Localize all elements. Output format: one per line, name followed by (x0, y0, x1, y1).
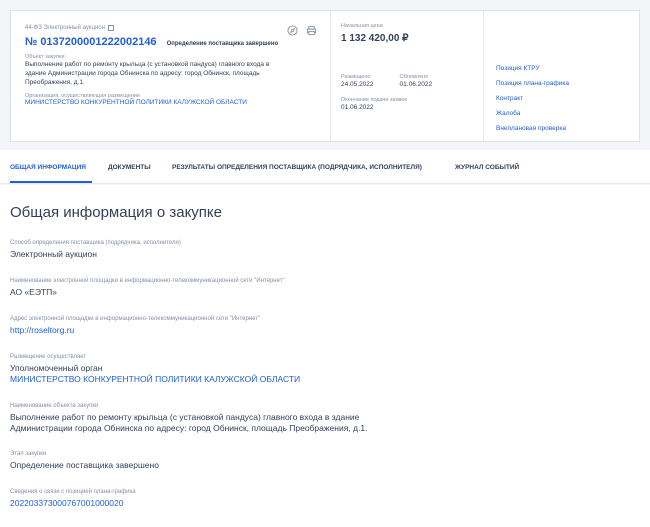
placement-field: Размещение осуществляет Уполномоченный о… (10, 354, 300, 385)
placement-role: Уполномоченный орган (10, 363, 103, 373)
law-label-row: 44-ФЗ Электронный аукцион (25, 25, 315, 31)
purchase-number-row: № 0137200001222002146 Определение постав… (25, 36, 315, 48)
object-name-line: Администрации города Обнинска по адресу:… (10, 423, 368, 433)
platform-value: АО «ЕЭТП» (10, 287, 57, 297)
card-actions (287, 25, 317, 36)
object-text-line: здание Администрации города Обнинска по … (25, 70, 260, 77)
platform-url-field: Адрес электронной площадки в информацион… (10, 316, 260, 336)
organization-link[interactable]: МИНИСТЕРСТВО КОНКУРЕНТНОЙ ПОЛИТИКИ КАЛУЖ… (25, 99, 315, 106)
stage-label: Этап закупки (10, 451, 47, 457)
print-icon[interactable] (306, 25, 317, 36)
link-plan-position[interactable]: Позиция плана-графика (496, 76, 569, 91)
page-title: Общая информация о закупке (10, 204, 222, 221)
tab-results[interactable]: РЕЗУЛЬТАТЫ ОПРЕДЕЛЕНИЯ ПОСТАВЩИКА (ПОДРЯ… (172, 164, 422, 171)
object-text-line: Выполнение работ по ремонту крыльца (с у… (25, 61, 270, 68)
link-complaint[interactable]: Жалоба (496, 106, 569, 121)
purchase-summary-card: 44-ФЗ Электронный аукцион № 013720000122… (10, 10, 640, 142)
tab-bar: ОБЩАЯ ИНФОРМАЦИЯ ДОКУМЕНТЫ РЕЗУЛЬТАТЫ ОП… (0, 150, 650, 184)
stage-field: Этап закупки Определение поставщика заве… (10, 451, 159, 471)
method-field: Способ определения поставщика (подрядчик… (10, 240, 181, 260)
purchase-number[interactable]: № 0137200001222002146 (25, 36, 157, 48)
tab-documents[interactable]: ДОКУМЕНТЫ (108, 164, 151, 171)
platform-label: Наименование электронной площадки в инфо… (10, 278, 285, 284)
updated-block: Обновлено 01.06.2022 (400, 74, 433, 89)
method-value: Электронный аукцион (10, 249, 97, 259)
stage-value: Определение поставщика завершено (10, 460, 159, 470)
platform-url-link[interactable]: http://roseltorg.ru (10, 325, 260, 336)
general-info-section: Общая информация о закупке Способ опреде… (0, 185, 650, 527)
related-links: Позиция КТРУ Позиция плана-графика Контр… (496, 61, 569, 136)
posted-date: 24.05.2022 (341, 81, 374, 88)
organization-block: Организация, осуществляющая размещение М… (25, 93, 315, 106)
law-label: 44-ФЗ Электронный аукцион (25, 25, 105, 31)
object-name-label: Наименование объекта закупки (10, 403, 99, 409)
compass-icon[interactable] (287, 25, 298, 36)
price-label: Начальная цена (341, 23, 383, 29)
platform-url-label: Адрес электронной площадки в информацион… (10, 316, 261, 322)
method-label: Способ определения поставщика (подрядчик… (10, 240, 181, 246)
tab-event-log[interactable]: ЖУРНАЛ СОБЫТИЙ (455, 164, 519, 171)
placement-org-link[interactable]: МИНИСТЕРСТВО КОНКУРЕНТНОЙ ПОЛИТИКИ КАЛУЖ… (10, 374, 300, 385)
link-contract[interactable]: Контракт (496, 91, 569, 106)
updated-date: 01.06.2022 (399, 81, 433, 88)
dates-row: Размещено 24.05.2022 Обновлено 01.06.202… (341, 74, 472, 89)
platform-field: Наименование электронной площадки в инфо… (10, 278, 285, 298)
summary-price-column: Начальная цена 1 132 420,00 ₽ Размещено … (330, 11, 482, 141)
object-block: Объект закупки Выполнение работ по ремон… (25, 54, 315, 87)
deadline-date: 01.06.2022 (341, 104, 374, 111)
tab-general-info[interactable]: ОБЩАЯ ИНФОРМАЦИЯ (10, 164, 86, 171)
copy-icon[interactable] (107, 25, 114, 31)
object-name-line: Выполнение работ по ремонту крыльца (с у… (10, 412, 360, 422)
object-field: Наименование объекта закупки Выполнение … (10, 403, 367, 434)
placement-label: Размещение осуществляет (10, 354, 87, 360)
summary-links-column: Позиция КТРУ Позиция плана-графика Контр… (483, 11, 640, 141)
initial-price: 1 132 420,00 ₽ (341, 33, 409, 44)
plan-link-field: Сведения о связи с позицией плана-график… (10, 489, 136, 509)
plan-position-link[interactable]: 202203373000767001000020 (10, 498, 136, 509)
active-tab-indicator (10, 181, 92, 183)
link-unscheduled-inspection[interactable]: Внеплановая проверка (496, 121, 569, 136)
link-ktru-position[interactable]: Позиция КТРУ (496, 61, 569, 76)
object-text-line: Преображения, д.1. (25, 79, 85, 86)
deadline-block: Окончание подачи заявок 01.06.2022 (341, 97, 472, 112)
summary-main-column: 44-ФЗ Электронный аукцион № 013720000122… (11, 11, 329, 141)
posted-block: Размещено 24.05.2022 (341, 74, 374, 89)
plan-link-label: Сведения о связи с позицией плана-график… (10, 489, 136, 495)
purchase-stage-badge: Определение поставщика завершено (166, 41, 279, 47)
